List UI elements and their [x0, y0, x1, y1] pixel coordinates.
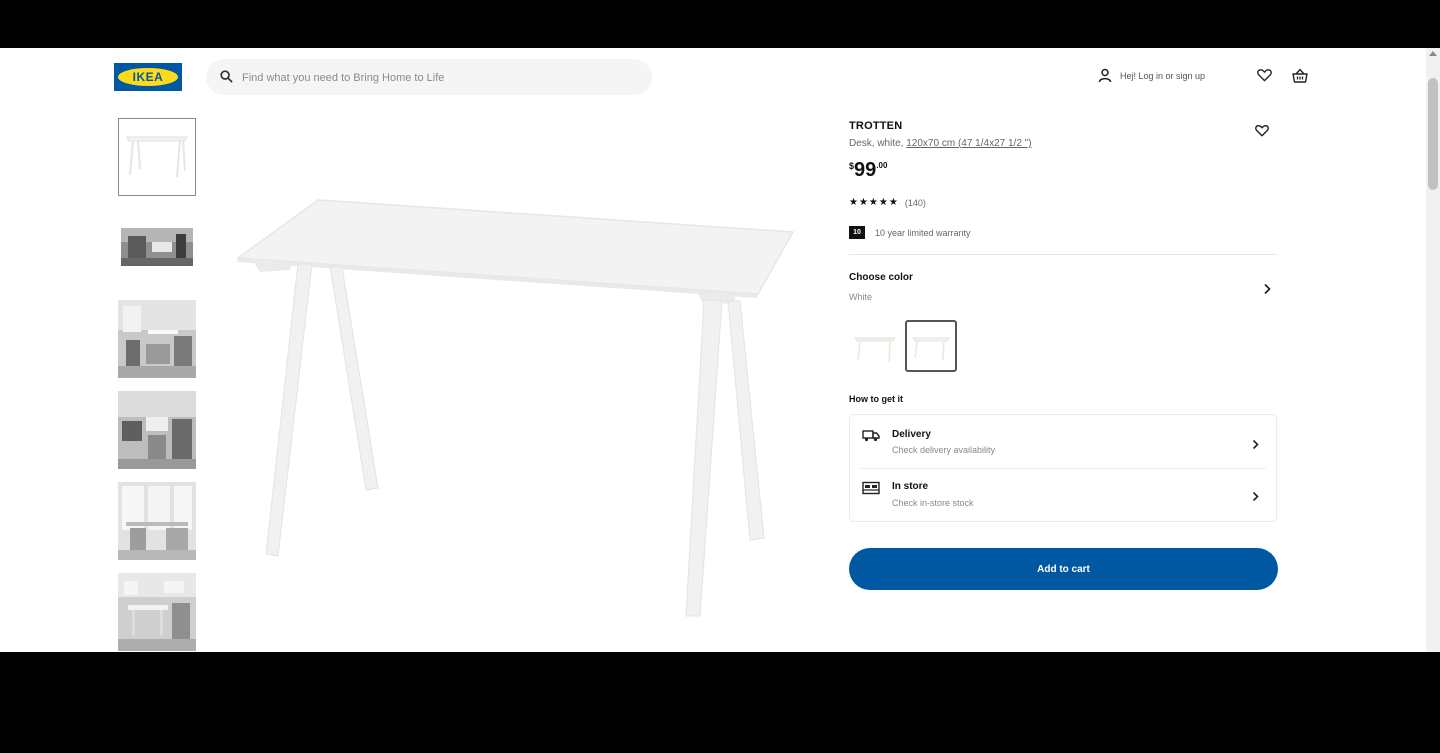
product-description: Desk, white, 120x70 cm (47 1/4x27 1/2 "): [849, 138, 1032, 149]
truck-icon: [862, 429, 880, 447]
description-text: Desk, white,: [849, 138, 907, 149]
delivery-chevron-right-icon: [1252, 437, 1259, 455]
delivery-subtitle: Check delivery availability: [892, 445, 996, 455]
divider: [849, 254, 1277, 255]
rating[interactable]: ★★★★★ (140): [849, 197, 926, 208]
login-label: Hej! Log in or sign up: [1120, 70, 1206, 81]
logo-text: IKEA: [118, 68, 178, 86]
how-to-get-it-label: How to get it: [849, 394, 903, 404]
page-scrollbar[interactable]: [1426, 48, 1440, 652]
thumbnail-bright-room[interactable]: [118, 482, 196, 560]
product-price: $ 99 .00: [849, 158, 887, 182]
price-integer: 99: [854, 159, 877, 181]
save-to-list-heart-icon[interactable]: [1255, 124, 1269, 142]
thumbnail-living-room-1[interactable]: [118, 300, 196, 378]
thumbnail-kids-room[interactable]: [118, 573, 196, 651]
search-bar[interactable]: [206, 59, 652, 97]
size-link[interactable]: 120x70 cm (47 1/4x27 1/2 "): [906, 138, 1031, 149]
choose-color-label: Choose color: [849, 272, 913, 283]
delivery-options: Delivery Check delivery availability In …: [849, 414, 1277, 522]
warranty-badge-icon: 10: [849, 226, 865, 239]
product-page: IKEA Hej! Log in or sign up: [0, 48, 1440, 652]
delivery-option[interactable]: Delivery Check delivery availability: [850, 415, 1276, 469]
cart-basket-icon[interactable]: [1292, 68, 1308, 88]
in-store-title: In store: [892, 481, 929, 492]
color-chevron-right-icon[interactable]: [1263, 282, 1271, 300]
search-input[interactable]: [240, 59, 644, 97]
user-icon: [1098, 68, 1112, 83]
scroll-up-arrow-icon[interactable]: [1429, 51, 1437, 56]
in-store-option[interactable]: In store Check in-store stock: [850, 469, 1276, 521]
warranty-text: 10 year limited warranty: [875, 227, 971, 238]
product-name: TROTTEN: [849, 120, 903, 132]
rating-count: (140): [904, 197, 926, 208]
favorites-heart-icon[interactable]: [1257, 68, 1272, 87]
ikea-logo[interactable]: IKEA: [114, 63, 182, 91]
rating-stars: ★★★★★: [849, 197, 899, 208]
login-link[interactable]: Hej! Log in or sign up: [1098, 68, 1205, 83]
in-store-subtitle: Check in-store stock: [892, 498, 974, 508]
thumbnail-workspace[interactable]: [118, 208, 196, 286]
add-to-cart-button[interactable]: Add to cart: [849, 548, 1278, 590]
scrollbar-thumb[interactable]: [1428, 78, 1438, 190]
delivery-title: Delivery: [892, 429, 931, 440]
in-store-chevron-right-icon: [1252, 489, 1259, 507]
price-decimal: .00: [876, 161, 888, 170]
warranty: 10 10 year limited warranty: [849, 226, 971, 239]
selected-color: White: [849, 292, 873, 302]
thumbnail-desk-white[interactable]: [118, 118, 196, 196]
color-swatch-beige[interactable]: [849, 320, 901, 372]
search-icon: [220, 70, 233, 88]
main-product-image: [230, 198, 800, 618]
thumbnail-living-room-2[interactable]: [118, 391, 196, 469]
store-icon: [862, 481, 880, 500]
color-swatch-white[interactable]: [905, 320, 957, 372]
